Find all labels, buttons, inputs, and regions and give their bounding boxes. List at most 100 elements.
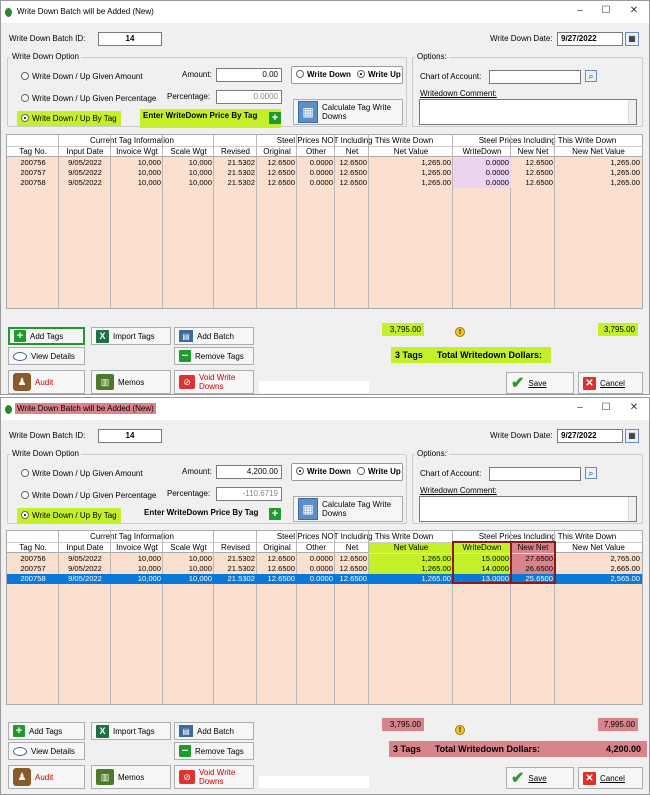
cell-net-value[interactable]: 1,265.00 (369, 564, 453, 574)
cell-net-value[interactable]: 1,265.00 (369, 574, 453, 584)
cell-net[interactable]: 12.6500 (335, 564, 369, 574)
comment-field[interactable] (419, 496, 637, 522)
save-button[interactable]: ✔ Save (506, 767, 574, 789)
cell-scale-wgt[interactable]: 10,000 (163, 554, 214, 564)
cell-input-date[interactable]: 9/05/2022 (59, 168, 111, 178)
cancel-button[interactable]: ✕ Cancel (578, 767, 643, 789)
column-header-original[interactable]: Original (257, 147, 297, 157)
radio-by-tag[interactable]: Write Down / Up By Tag (17, 111, 121, 126)
cell-invoice-wgt[interactable]: 10,000 (111, 564, 163, 574)
column-header-scale-wgt[interactable]: Scale Wgt (163, 543, 214, 553)
radio-write-up[interactable]: Write Up (357, 70, 401, 79)
column-header-revised[interactable]: Revised (214, 543, 257, 553)
cell-new-net[interactable]: 12.6500 (511, 168, 555, 178)
remove-tags-button[interactable]: − Remove Tags (174, 742, 254, 760)
cell-invoice-wgt[interactable]: 10,000 (111, 574, 163, 584)
cell-tag-no[interactable]: 200758 (7, 574, 59, 584)
column-header-new-net-value[interactable]: New Net Value (555, 543, 642, 553)
cell-input-date[interactable]: 9/05/2022 (59, 574, 111, 584)
cell-revised[interactable]: 21.5302 (214, 178, 257, 188)
cell-net-value[interactable]: 1,265.00 (369, 168, 453, 178)
cell-invoice-wgt[interactable]: 10,000 (111, 178, 163, 188)
add-tags-button[interactable]: + Add Tags (8, 722, 85, 740)
column-header-new-net[interactable]: New Net (511, 543, 555, 553)
radio-write-down[interactable]: Write Down (296, 467, 351, 476)
cell-new-net[interactable]: 12.6500 (511, 178, 555, 188)
cell-original[interactable]: 12.6500 (257, 168, 297, 178)
add-batch-button[interactable]: ▤ Add Batch (174, 722, 254, 740)
column-header-tag-no[interactable]: Tag No. (7, 147, 59, 157)
batch-id-field[interactable]: 14 (98, 429, 162, 443)
cell-revised[interactable]: 21.5302 (214, 158, 257, 168)
cell-new-net-value[interactable]: 2,565.00 (555, 574, 642, 584)
cell-new-net[interactable]: 12.6500 (511, 158, 555, 168)
cell-net[interactable]: 12.6500 (335, 554, 369, 564)
maximize-button[interactable]: ☐ (599, 402, 613, 414)
cell-original[interactable]: 12.6500 (257, 554, 297, 564)
add-batch-button[interactable]: ▤ Add Batch (174, 327, 254, 345)
amount-field[interactable]: 4,200.00 (216, 465, 282, 479)
cell-scale-wgt[interactable]: 10,000 (163, 574, 214, 584)
cell-tag-no[interactable]: 200757 (7, 168, 59, 178)
table-row[interactable]: 200758 9/05/2022 10,000 10,000 21.5302 12.650… (7, 178, 642, 188)
cell-new-net-value[interactable]: 1,265.00 (555, 178, 642, 188)
cell-other[interactable]: 0.0000 (297, 168, 335, 178)
cell-scale-wgt[interactable]: 10,000 (163, 178, 214, 188)
close-button[interactable]: ✕ (627, 402, 641, 414)
table-row[interactable]: 200756 9/05/2022 10,000 10,000 21.5302 12.650… (7, 158, 642, 168)
column-header-input-date[interactable]: Input Date (59, 147, 111, 157)
cell-other[interactable]: 0.0000 (297, 574, 335, 584)
cell-new-net-value[interactable]: 1,265.00 (555, 158, 642, 168)
audit-button[interactable]: ♟ Audit (8, 765, 85, 789)
cell-invoice-wgt[interactable]: 10,000 (111, 554, 163, 564)
cell-net[interactable]: 12.6500 (335, 158, 369, 168)
radio-by-tag[interactable]: Write Down / Up By Tag (17, 508, 121, 523)
column-header-original[interactable]: Original (257, 543, 297, 553)
search-icon[interactable]: ⌕ (585, 70, 597, 82)
calendar-icon[interactable]: ▦ (625, 429, 639, 443)
cell-original[interactable]: 12.6500 (257, 564, 297, 574)
column-header-invoice-wgt[interactable]: Invoice Wgt (111, 543, 163, 553)
cell-new-net[interactable]: 27.6500 (511, 554, 555, 564)
cell-original[interactable]: 12.6500 (257, 158, 297, 168)
cell-invoice-wgt[interactable]: 10,000 (111, 168, 163, 178)
amount-field[interactable]: 0.00 (216, 68, 282, 82)
cell-original[interactable]: 12.6500 (257, 574, 297, 584)
cell-new-net[interactable]: 26.6500 (511, 564, 555, 574)
view-details-button[interactable]: View Details (8, 347, 85, 365)
radio-write-up[interactable]: Write Up (357, 467, 401, 476)
cell-writedown[interactable]: 15.0000 (453, 554, 511, 564)
comment-field[interactable] (419, 99, 637, 125)
calendar-icon[interactable]: ▦ (625, 32, 639, 46)
radio-given-percentage[interactable]: Write Down / Up Given Percentage (21, 94, 156, 103)
cell-net-value[interactable]: 1,265.00 (369, 554, 453, 564)
chart-of-account-field[interactable] (489, 70, 581, 84)
import-tags-button[interactable]: X Import Tags (91, 722, 171, 740)
import-tags-button[interactable]: X Import Tags (91, 327, 171, 345)
tag-grid[interactable]: Current Tag Information Steel Prices NOT … (6, 134, 643, 309)
column-header-invoice-wgt[interactable]: Invoice Wgt (111, 147, 163, 157)
minimize-button[interactable]: – (573, 5, 587, 17)
remove-tags-button[interactable]: − Remove Tags (174, 347, 254, 365)
cell-net-value[interactable]: 1,265.00 (369, 158, 453, 168)
cell-new-net-value[interactable]: 2,765.00 (555, 554, 642, 564)
column-header-net[interactable]: Net (335, 147, 369, 157)
cell-net[interactable]: 12.6500 (335, 574, 369, 584)
cell-other[interactable]: 0.0000 (297, 564, 335, 574)
table-row[interactable]: 200757 9/05/2022 10,000 10,000 21.5302 12.650… (7, 564, 642, 574)
cell-writedown[interactable]: 0.0000 (453, 158, 511, 168)
audit-button[interactable]: ♟ Audit (8, 370, 85, 394)
column-header-other[interactable]: Other (297, 147, 335, 157)
cell-input-date[interactable]: 9/05/2022 (59, 564, 111, 574)
calculate-tag-writedowns-button[interactable]: ▦ Calculate Tag Write Downs (293, 99, 403, 125)
table-row[interactable]: 200758 9/05/2022 10,000 10,000 21.5302 12.650… (7, 574, 642, 584)
table-row[interactable]: 200757 9/05/2022 10,000 10,000 21.5302 12.650… (7, 168, 642, 178)
date-field[interactable]: 9/27/2022 (557, 32, 623, 46)
cell-writedown[interactable]: 14.0000 (453, 564, 511, 574)
cell-revised[interactable]: 21.5302 (214, 574, 257, 584)
column-header-writedown[interactable]: WriteDown (453, 543, 511, 553)
cell-tag-no[interactable]: 200757 (7, 564, 59, 574)
comment-scrollbar[interactable] (628, 497, 636, 521)
memos-button[interactable]: ▥ Memos (91, 765, 171, 789)
cell-net[interactable]: 12.6500 (335, 178, 369, 188)
